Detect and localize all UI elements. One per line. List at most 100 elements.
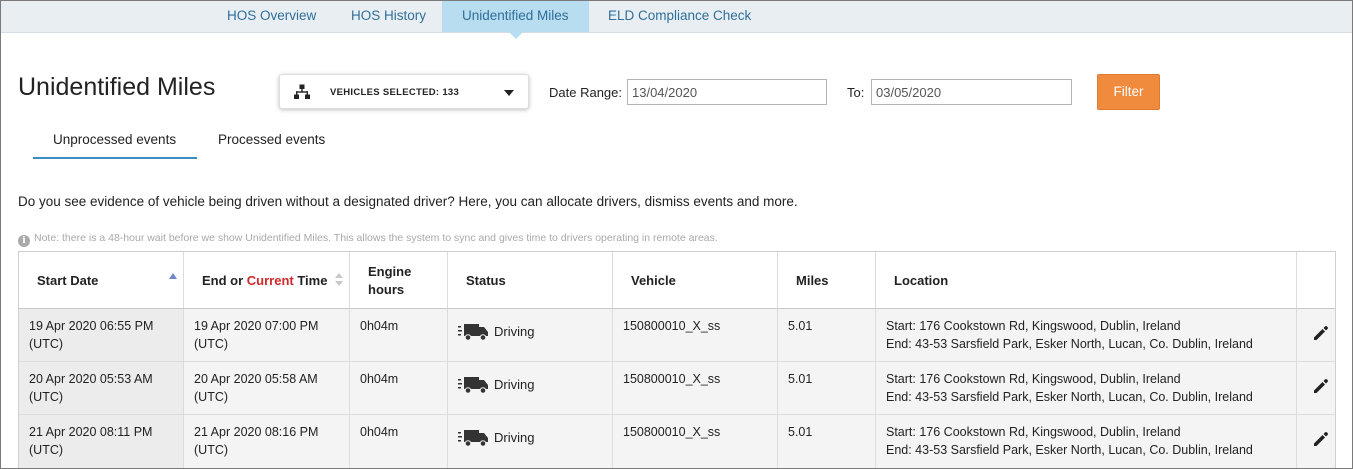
date-range-label: Date Range: [549,85,622,100]
engine-hours: 0h04m [360,372,399,386]
header-status: Status [448,252,613,308]
end-timezone: (UTC) [194,337,229,351]
cell-location: Start: 176 Cookstown Rd, Kingswood, Dubl… [876,309,1297,361]
header-end-current: Current [246,273,294,288]
header-engine-line1: Engine [368,264,412,279]
cell-end-time: 19 Apr 2020 07:00 PM (UTC) [184,309,350,361]
date-to-input[interactable] [871,79,1072,105]
cell-status: Driving [448,415,613,468]
subtab-unprocessed-events[interactable]: Unprocessed events [53,132,176,147]
location-end: End: 43-53 Sarsfield Park, Esker North, … [886,337,1253,351]
start-date: 19 Apr 2020 06:55 PM [29,319,154,333]
start-timezone: (UTC) [29,337,64,351]
location-start: Start: 176 Cookstown Rd, Kingswood, Dubl… [886,372,1181,386]
truck-icon [458,324,488,341]
end-timezone: (UTC) [194,443,229,457]
cell-actions [1297,415,1335,468]
cell-engine-hours: 0h04m [350,309,448,361]
cell-text: 21 Apr 2020 08:16 PM (UTC) [194,423,318,459]
header-actions [1297,252,1335,308]
cell-text: 21 Apr 2020 08:11 PM (UTC) [29,423,152,459]
date-from-input[interactable] [627,79,827,105]
status-text: Driving [494,430,535,445]
cell-text: 20 Apr 2020 05:58 AM (UTC) [194,370,318,406]
cell-actions [1297,309,1335,361]
cell-text: Start: 176 Cookstown Rd, Kingswood, Dubl… [886,423,1253,459]
start-date: 20 Apr 2020 05:53 AM [29,372,153,386]
location-start: Start: 176 Cookstown Rd, Kingswood, Dubl… [886,319,1181,333]
table-row[interactable]: 20 Apr 2020 05:53 AM (UTC) 20 Apr 2020 05… [19,362,1335,415]
filter-button[interactable]: Filter [1097,74,1160,110]
header-label: Location [894,273,949,288]
edit-pencil-icon[interactable] [1312,377,1330,395]
tab-label: Unidentified Miles [462,8,569,23]
header-end-time[interactable]: End or Current Time [184,252,350,308]
cell-end-time: 20 Apr 2020 05:58 AM (UTC) [184,362,350,414]
start-timezone: (UTC) [29,443,64,457]
header-label: Status [466,273,506,288]
header-label: Start Date [37,273,99,288]
edit-pencil-icon[interactable] [1312,324,1330,342]
table-row[interactable]: 21 Apr 2020 08:11 PM (UTC) 21 Apr 2020 08… [19,415,1335,468]
tab-hos-overview[interactable]: HOS Overview [211,1,332,32]
header-end-prefix: End or [202,273,247,288]
tab-hos-history[interactable]: HOS History [335,1,442,32]
cell-end-time: 21 Apr 2020 08:16 PM (UTC) [184,415,350,468]
cell-text: Start: 176 Cookstown Rd, Kingswood, Dubl… [886,317,1253,353]
cell-start-date: 20 Apr 2020 05:53 AM (UTC) [19,362,184,414]
truck-icon [458,377,488,394]
truck-icon [458,430,488,447]
header-miles: Miles [778,252,876,308]
miles-value: 5.01 [788,425,813,439]
app-window: HOS Overview HOS History Unidentified Mi… [0,0,1353,469]
edit-pencil-icon[interactable] [1312,430,1330,448]
sort-icon [335,273,343,287]
header-vehicle: Vehicle [613,252,778,308]
unidentified-miles-table: Start Date End or Current Time Engine hou… [18,251,1336,468]
cell-miles: 5.01 [778,309,876,361]
intro-text: Do you see evidence of vehicle being dri… [18,194,798,209]
location-start: Start: 176 Cookstown Rd, Kingswood, Dubl… [886,425,1181,439]
top-nav: HOS Overview HOS History Unidentified Mi… [1,1,1352,39]
header-location: Location [876,252,1297,308]
note: i Note: there is a 48-hour wait before we… [18,232,718,247]
chevron-down-icon [504,90,514,96]
header-end-suffix: Time [293,273,328,288]
header-start-date[interactable]: Start Date [19,252,184,308]
vehicle-id: 150800010_X_ss [623,319,721,333]
vehicle-id: 150800010_X_ss [623,425,721,439]
active-subtab-underline [33,157,197,159]
cell-start-date: 21 Apr 2020 08:11 PM (UTC) [19,415,184,468]
end-date: 21 Apr 2020 08:16 PM [194,425,319,439]
end-date: 20 Apr 2020 05:58 AM [194,372,318,386]
header-label: Vehicle [631,273,676,288]
tab-unidentified-miles[interactable]: Unidentified Miles [442,1,589,39]
active-tab-caret [508,32,523,39]
info-icon: i [18,235,30,247]
table-row[interactable]: 19 Apr 2020 06:55 PM (UTC) 19 Apr 2020 07… [19,309,1335,362]
cell-status: Driving [448,362,613,414]
start-timezone: (UTC) [29,390,64,404]
header-label: Engine hours [368,263,411,299]
cell-miles: 5.01 [778,362,876,414]
cell-status: Driving [448,309,613,361]
status-text: Driving [494,377,535,392]
status-text: Driving [494,324,535,339]
date-to-label: To: [847,85,865,100]
vehicles-selected-label: VEHICLES SELECTED: 133 [330,87,460,98]
end-date: 19 Apr 2020 07:00 PM [194,319,319,333]
vehicles-selector[interactable]: VEHICLES SELECTED: 133 [279,74,529,109]
vehicle-id: 150800010_X_ss [623,372,721,386]
tab-eld-compliance-check[interactable]: ELD Compliance Check [592,1,767,32]
cell-actions [1297,362,1335,414]
subtab-processed-events[interactable]: Processed events [218,132,325,147]
header-label: Miles [796,273,829,288]
miles-value: 5.01 [788,372,813,386]
cell-text: 20 Apr 2020 05:53 AM (UTC) [29,370,153,406]
location-end: End: 43-53 Sarsfield Park, Esker North, … [886,390,1253,404]
cell-vehicle: 150800010_X_ss [613,362,778,414]
table-header-row: Start Date End or Current Time Engine hou… [19,252,1335,309]
header-engine-line2: hours [368,282,405,297]
location-end: End: 43-53 Sarsfield Park, Esker North, … [886,443,1253,457]
cell-engine-hours: 0h04m [350,415,448,468]
